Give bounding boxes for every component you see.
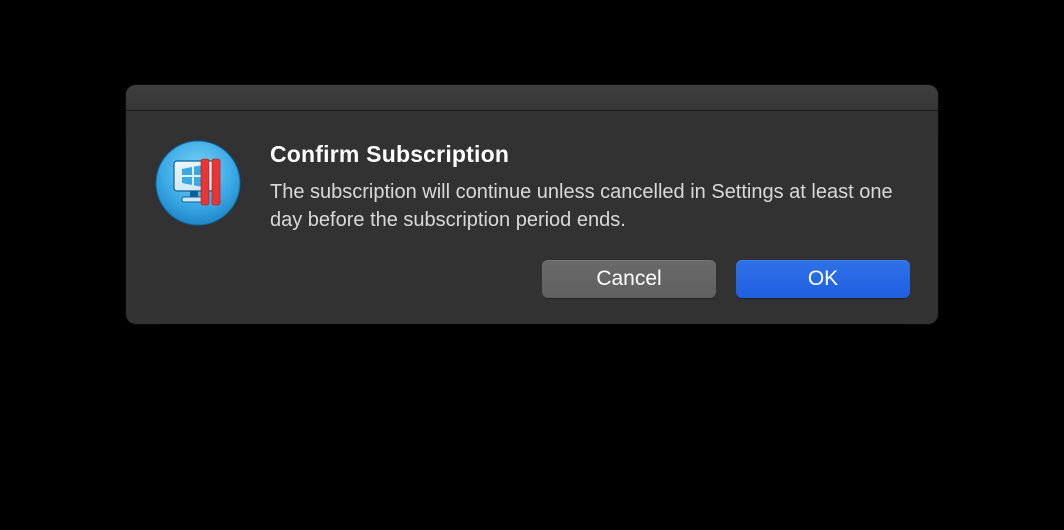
cancel-button[interactable]: Cancel — [542, 260, 716, 298]
dialog-button-row: Cancel OK — [126, 260, 938, 324]
dialog-message: The subscription will continue unless ca… — [270, 178, 910, 234]
ok-button[interactable]: OK — [736, 260, 910, 298]
dialog-content: Confirm Subscription The subscription wi… — [126, 111, 938, 260]
confirm-subscription-dialog: Confirm Subscription The subscription wi… — [126, 85, 938, 324]
dialog-title: Confirm Subscription — [270, 141, 910, 168]
parallels-app-icon — [154, 139, 242, 227]
dialog-titlebar — [126, 85, 938, 111]
dialog-text: Confirm Subscription The subscription wi… — [270, 139, 910, 234]
